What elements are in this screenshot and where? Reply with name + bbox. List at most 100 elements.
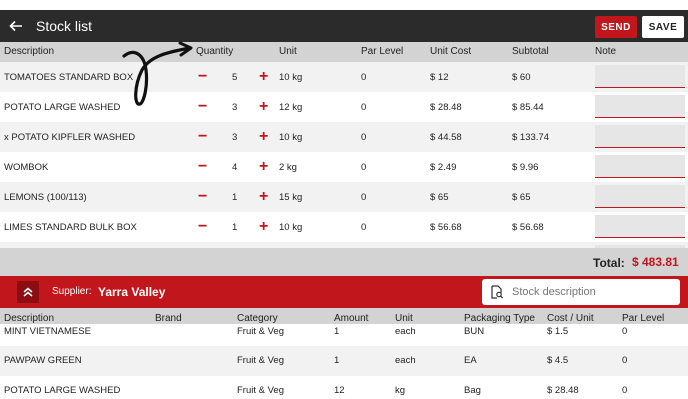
row-subtotal: $ 85.44 [512,101,544,113]
app-bar: Stock list SEND SAVE [0,10,688,42]
table-row: WOMBOK − 4 + 2 kg 0 $ 2.49 $ 9.96 [0,152,688,182]
row-par-level: 0 [622,355,628,366]
row-quantity[interactable]: 1 [232,212,237,242]
decrement-button[interactable]: − [198,152,207,182]
arrow-left-icon [9,20,22,32]
row-subtotal: $ 56.68 [512,221,544,233]
note-field[interactable] [595,125,685,148]
col-packaging-type: Packaging Type [464,313,535,324]
row-description: MINT VIETNAMESE [4,326,91,337]
decrement-button[interactable]: − [198,92,207,122]
row-description: LIMES STANDARD BULK BOX [4,221,137,233]
catalog-row[interactable]: PAWPAW GREEN Fruit & Veg 1 each EA $ 4.5… [0,346,688,376]
row-subtotal: $ 9.96 [512,161,539,173]
row-cost: $ 1.5 [547,326,569,337]
row-quantity[interactable]: 4 [232,152,237,182]
table-row: LIMES STANDARD BULK BOX − 1 + 10 kg 0 $ … [0,212,688,242]
row-description: POTATO LARGE WASHED [4,101,121,113]
decrement-button[interactable]: − [198,122,207,152]
note-field[interactable] [595,155,685,178]
increment-button[interactable]: + [259,182,268,212]
stock-search[interactable] [482,279,680,305]
row-unit: 10 kg [279,71,303,83]
stock-rows: TOMATOES STANDARD BOX − 5 + 10 kg 0 $ 12… [0,62,688,248]
supplier-name[interactable]: Yarra Valley [98,285,165,299]
row-par-level: 0 [361,101,367,113]
note-field[interactable] [595,215,685,238]
table-row: POTATO LARGE WASHED − 3 + 12 kg 0 $ 28.4… [0,92,688,122]
row-amount: 12 [334,385,345,396]
document-search-icon [491,285,504,299]
back-button[interactable] [0,10,32,42]
row-cost: $ 4.5 [547,355,569,366]
decrement-button[interactable]: − [198,62,207,92]
total-value: $ 483.81 [632,255,679,269]
row-unit-cost: $ 56.68 [430,221,462,233]
col-category: Category [237,313,278,324]
collapse-button[interactable] [17,281,39,303]
note-field[interactable] [595,65,685,88]
increment-button[interactable]: + [259,122,268,152]
col-quantity: Quantity [196,46,234,57]
increment-button[interactable]: + [259,152,268,182]
col-description: Description [4,313,55,324]
row-par-level: 0 [622,385,628,396]
increment-button[interactable]: + [259,62,268,92]
increment-button[interactable]: + [259,212,268,242]
col-cost-per-unit: Cost / Unit [547,313,594,324]
total-bar: Total: $ 483.81 [0,248,688,276]
col-brand: Brand [155,313,182,324]
row-par-level: 0 [361,161,367,173]
col-unit: Unit [279,46,297,57]
catalog-table: Description Brand Category Amount Unit P… [0,308,688,399]
row-description: TOMATOES STANDARD BOX [4,71,134,83]
stock-table-header: Description Quantity Unit Par Level Unit… [0,42,688,62]
col-par-level: Par Level [622,313,665,324]
row-unit-cost: $ 2.49 [430,161,457,173]
row-par-level: 0 [361,221,367,233]
table-row: x POTATO KIPFLER WASHED − 3 + 10 kg 0 $ … [0,122,688,152]
supplier-label: Supplier: [52,286,92,297]
row-unit: 2 kg [279,161,297,173]
row-unit: each [395,355,416,366]
row-amount: 1 [334,355,340,366]
row-unit-cost: $ 28.48 [430,101,462,113]
table-row: TOMATOES STANDARD BOX − 5 + 10 kg 0 $ 12… [0,62,688,92]
decrement-button[interactable]: − [198,212,207,242]
supplier-bar: Supplier: Yarra Valley [0,276,688,308]
chevrons-up-icon [23,287,33,297]
col-amount: Amount [334,313,369,324]
increment-button[interactable]: + [259,92,268,122]
row-description: PAWPAW GREEN [4,355,82,366]
decrement-button[interactable]: − [198,182,207,212]
row-subtotal: $ 65 [512,191,531,203]
row-unit: each [395,326,416,337]
row-quantity[interactable]: 3 [232,122,237,152]
col-note: Note [595,46,617,57]
catalog-row[interactable]: MINT VIETNAMESE Fruit & Veg 1 each BUN $… [0,325,688,339]
stock-table: Description Quantity Unit Par Level Unit… [0,42,688,248]
row-unit: 15 kg [279,191,303,203]
search-input[interactable] [512,284,672,300]
catalog-row[interactable]: POTATO LARGE WASHED Fruit & Veg 12 kg Ba… [0,376,688,399]
row-quantity[interactable]: 3 [232,92,237,122]
row-description: LEMONS (100/113) [4,191,87,203]
send-button[interactable]: SEND [595,16,637,38]
row-unit-cost: $ 12 [430,71,449,83]
row-packaging: EA [464,355,477,366]
row-unit-cost: $ 44.58 [430,131,462,143]
row-packaging: Bag [464,385,481,396]
row-quantity[interactable]: 5 [232,62,237,92]
table-row: LEMONS (100/113) − 1 + 15 kg 0 $ 65 $ 65 [0,182,688,212]
row-cost: $ 28.48 [547,385,579,396]
row-category: Fruit & Veg [237,326,284,337]
row-par-level: 0 [361,191,367,203]
note-field[interactable] [595,185,685,208]
row-par-level: 0 [622,326,628,337]
row-unit-cost: $ 65 [430,191,449,203]
row-subtotal: $ 133.74 [512,131,549,143]
note-field[interactable] [595,95,685,118]
row-quantity[interactable]: 1 [232,182,237,212]
row-packaging: BUN [464,326,485,337]
save-button[interactable]: SAVE [642,16,684,38]
